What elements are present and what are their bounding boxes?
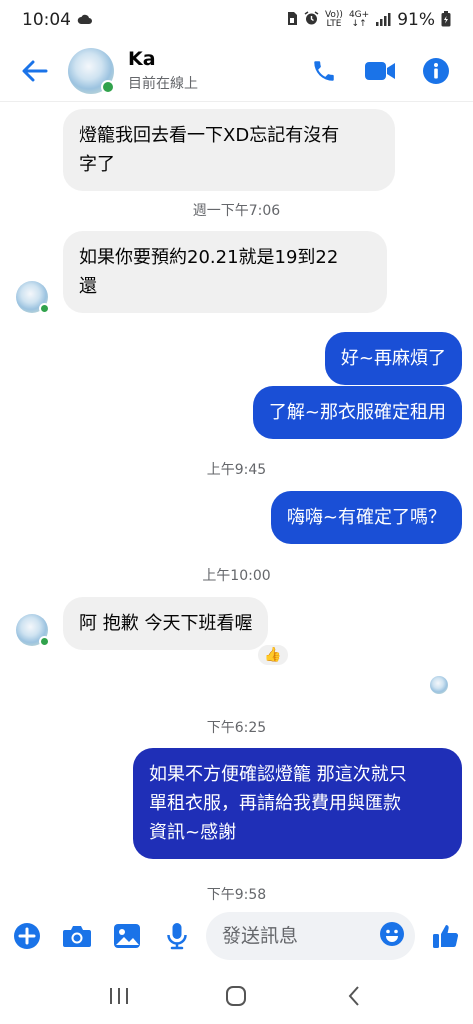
volte-indicator: Vo)) LTE	[325, 11, 343, 29]
more-actions-button[interactable]	[10, 919, 44, 953]
arrow-left-icon	[22, 60, 48, 81]
system-back-button[interactable]	[334, 976, 374, 1016]
timestamp: 上午10:00	[202, 568, 271, 584]
microphone-icon	[167, 923, 187, 950]
sim-icon	[286, 11, 298, 29]
sender-avatar[interactable]	[16, 614, 50, 647]
contact-status: 目前在線上	[128, 76, 198, 92]
status-time: 10:04	[22, 10, 71, 30]
system-nav-bar	[0, 967, 473, 1024]
cloud-icon	[77, 10, 93, 30]
battery-percent: 91%	[397, 10, 435, 30]
message-line: 還	[79, 276, 97, 297]
message-composer	[0, 905, 473, 967]
message-line: 資訊~感謝	[149, 822, 237, 843]
status-bar: 10:04 Vo)) LTE 4G+ ↓↑ 91%	[0, 0, 473, 40]
signal-icon	[375, 12, 391, 29]
online-indicator	[39, 303, 50, 314]
emoji-icon	[380, 922, 404, 946]
video-camera-icon	[365, 61, 395, 80]
info-icon	[423, 57, 449, 84]
contact-info[interactable]: Ka 目前在線上	[128, 48, 198, 93]
message-input[interactable]	[222, 925, 379, 947]
outgoing-message[interactable]: 如果不方便確認燈籠 那這次就只 單租衣服，再請給我費用與匯款 資訊~感謝	[133, 748, 462, 859]
message-line: 阿 抱歉 今天下班看喔	[79, 613, 253, 634]
status-left: 10:04	[22, 10, 93, 30]
like-button[interactable]	[429, 919, 463, 953]
battery-icon	[441, 10, 451, 30]
plus-circle-icon	[14, 923, 40, 949]
thumbs-up-icon	[433, 925, 459, 948]
incoming-message[interactable]: 如果你要預約20.21就是19到22 還	[63, 231, 387, 313]
home-button[interactable]	[216, 976, 256, 1016]
message-input-box[interactable]	[206, 912, 415, 960]
message-line: 燈籠我回去看一下XD忘記有沒有	[79, 125, 340, 146]
contact-name: Ka	[128, 48, 156, 70]
timestamp: 下午6:25	[206, 720, 267, 736]
timestamp: 下午9:58	[206, 887, 267, 903]
contact-avatar[interactable]	[68, 47, 115, 94]
chat-header: Ka 目前在線上	[0, 40, 473, 102]
camera-icon	[63, 926, 91, 947]
network-bottom: ↓↑	[351, 19, 367, 29]
incoming-message[interactable]: 燈籠我回去看一下XD忘記有沒有 字了	[63, 109, 395, 191]
sender-avatar[interactable]	[16, 281, 50, 314]
timestamp: 上午9:45	[206, 462, 267, 478]
read-receipt-avatar	[430, 676, 448, 694]
message-line: 單租衣服，再請給我費用與匯款	[149, 793, 401, 814]
message-line: 如果不方便確認燈籠 那這次就只	[149, 764, 407, 785]
message-line: 嗨嗨~有確定了嗎？	[286, 507, 446, 528]
reaction-badge[interactable]: 👍	[256, 643, 290, 667]
phone-icon	[314, 60, 334, 81]
message-line: 字了	[79, 154, 115, 175]
status-right: Vo)) LTE 4G+ ↓↑ 91%	[286, 10, 451, 30]
home-icon	[226, 985, 247, 1006]
header-actions	[307, 54, 453, 88]
recent-apps-icon	[109, 987, 128, 1004]
online-indicator	[39, 636, 50, 647]
image-icon	[114, 924, 140, 948]
outgoing-message[interactable]: 了解~那衣服確定租用	[252, 386, 462, 439]
message-thread[interactable]: 燈籠我回去看一下XD忘記有沒有 字了 週一下午7:06 如果你要預約20.21就…	[0, 103, 473, 903]
outgoing-message[interactable]: 嗨嗨~有確定了嗎？	[270, 491, 462, 544]
alarm-icon	[304, 11, 319, 29]
message-line: 了解~那衣服確定租用	[268, 402, 446, 423]
info-button[interactable]	[419, 54, 453, 88]
back-button[interactable]	[10, 46, 60, 96]
timestamp: 週一下午7:06	[192, 203, 281, 219]
chevron-left-icon	[348, 985, 359, 1006]
voice-call-button[interactable]	[307, 54, 341, 88]
network-indicator: 4G+ ↓↑	[349, 11, 369, 29]
recent-apps-button[interactable]	[99, 976, 139, 1016]
gallery-button[interactable]	[110, 919, 144, 953]
message-line: 如果你要預約20.21就是19到22	[79, 247, 339, 268]
outgoing-message[interactable]: 好~再麻煩了	[324, 332, 462, 385]
message-line: 好~再麻煩了	[340, 348, 446, 369]
video-call-button[interactable]	[363, 54, 397, 88]
online-indicator	[101, 79, 115, 94]
incoming-message[interactable]: 阿 抱歉 今天下班看喔	[63, 597, 269, 650]
camera-button[interactable]	[60, 919, 94, 953]
voice-message-button[interactable]	[160, 919, 194, 953]
emoji-button[interactable]	[379, 921, 405, 951]
volte-bottom: LTE	[326, 19, 342, 29]
